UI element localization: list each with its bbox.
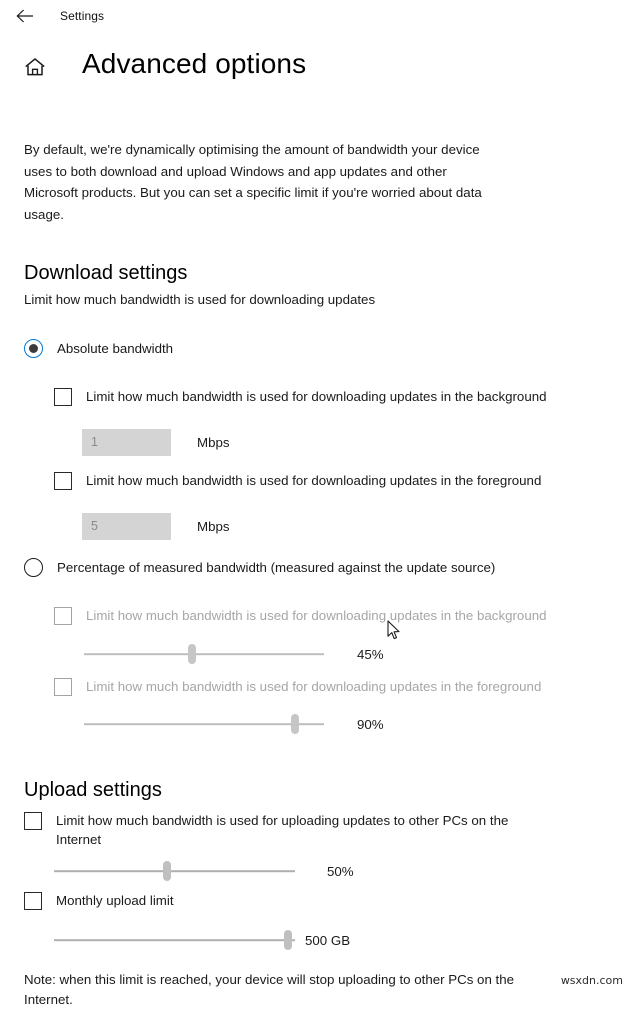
checkbox-unchecked-icon	[54, 472, 72, 490]
back-arrow-icon	[16, 9, 34, 23]
checkbox-upload-bandwidth[interactable]: Limit how much bandwidth is used for upl…	[24, 811, 544, 849]
slider-upload-bandwidth[interactable]	[54, 861, 295, 881]
watermark: wsxdn.com	[560, 974, 623, 987]
checkbox-percentage-foreground-label: Limit how much bandwidth is used for dow…	[86, 679, 542, 694]
absolute-background-unit: Mbps	[197, 435, 230, 450]
checkbox-percentage-background[interactable]: Limit how much bandwidth is used for dow…	[54, 606, 547, 625]
download-settings-heading: Download settings	[24, 261, 188, 284]
checkbox-unchecked-icon	[54, 678, 72, 696]
download-settings-subtitle: Limit how much bandwidth is used for dow…	[24, 292, 376, 307]
checkbox-unchecked-icon	[54, 607, 72, 625]
absolute-foreground-field-row: Mbps	[82, 513, 230, 540]
slider-thumb[interactable]	[188, 644, 196, 664]
slider-upload-bandwidth-value: 50%	[327, 863, 354, 879]
title-bar: Settings	[0, 0, 629, 32]
slider-thumb[interactable]	[291, 714, 300, 734]
slider-percentage-background-row: 45%	[84, 644, 384, 664]
slider-percentage-foreground-value: 90%	[357, 716, 384, 732]
radio-selected-icon	[24, 339, 43, 358]
checkbox-absolute-foreground-label: Limit how much bandwidth is used for dow…	[86, 473, 542, 488]
slider-monthly-limit-row: 500 GB	[54, 930, 351, 950]
slider-rail	[84, 723, 324, 725]
intro-paragraph: By default, we're dynamically optimising…	[24, 142, 482, 222]
slider-thumb[interactable]	[163, 861, 172, 881]
checkbox-unchecked-icon	[24, 812, 42, 830]
slider-rail	[84, 653, 324, 655]
slider-upload-bandwidth-row: 50%	[54, 861, 354, 881]
slider-percentage-foreground-row: 90%	[84, 714, 384, 734]
page-header: Advanced options	[22, 48, 306, 80]
slider-monthly-limit[interactable]	[54, 930, 295, 950]
slider-monthly-limit-value: 500 GB	[305, 932, 351, 948]
slider-rail	[54, 939, 295, 941]
absolute-foreground-unit: Mbps	[197, 519, 230, 534]
page-title: Advanced options	[82, 48, 307, 79]
checkbox-absolute-foreground[interactable]: Limit how much bandwidth is used for dow…	[54, 471, 541, 490]
checkbox-percentage-background-label: Limit how much bandwidth is used for dow…	[86, 608, 547, 623]
home-icon[interactable]	[22, 54, 48, 80]
checkbox-upload-bandwidth-label: Limit how much bandwidth is used for upl…	[56, 813, 509, 847]
checkbox-unchecked-icon	[54, 388, 72, 406]
radio-unselected-icon	[24, 558, 43, 577]
slider-percentage-background-value: 45%	[357, 646, 384, 662]
slider-rail	[54, 870, 295, 872]
absolute-background-input[interactable]	[82, 429, 171, 456]
checkbox-monthly-upload-limit[interactable]: Monthly upload limit	[24, 891, 174, 910]
checkbox-unchecked-icon	[24, 892, 42, 910]
radio-percentage-bandwidth-label: Percentage of measured bandwidth (measur…	[57, 560, 496, 575]
radio-absolute-bandwidth[interactable]: Absolute bandwidth	[24, 339, 173, 358]
upload-limit-note: Note: when this limit is reached, your d…	[24, 972, 515, 1007]
checkbox-monthly-upload-limit-label: Monthly upload limit	[56, 893, 174, 908]
radio-absolute-bandwidth-label: Absolute bandwidth	[57, 341, 174, 356]
back-button[interactable]	[8, 1, 42, 31]
slider-percentage-foreground[interactable]	[84, 714, 324, 734]
radio-percentage-bandwidth[interactable]: Percentage of measured bandwidth (measur…	[24, 558, 495, 577]
checkbox-absolute-background-label: Limit how much bandwidth is used for dow…	[86, 389, 547, 404]
checkbox-absolute-background[interactable]: Limit how much bandwidth is used for dow…	[54, 387, 547, 406]
window-title: Settings	[60, 9, 105, 23]
upload-settings-heading: Upload settings	[24, 778, 162, 801]
absolute-background-field-row: Mbps	[82, 429, 230, 456]
checkbox-percentage-foreground[interactable]: Limit how much bandwidth is used for dow…	[54, 677, 541, 696]
absolute-foreground-input[interactable]	[82, 513, 171, 540]
slider-thumb[interactable]	[283, 930, 292, 950]
slider-percentage-background[interactable]	[84, 644, 324, 664]
